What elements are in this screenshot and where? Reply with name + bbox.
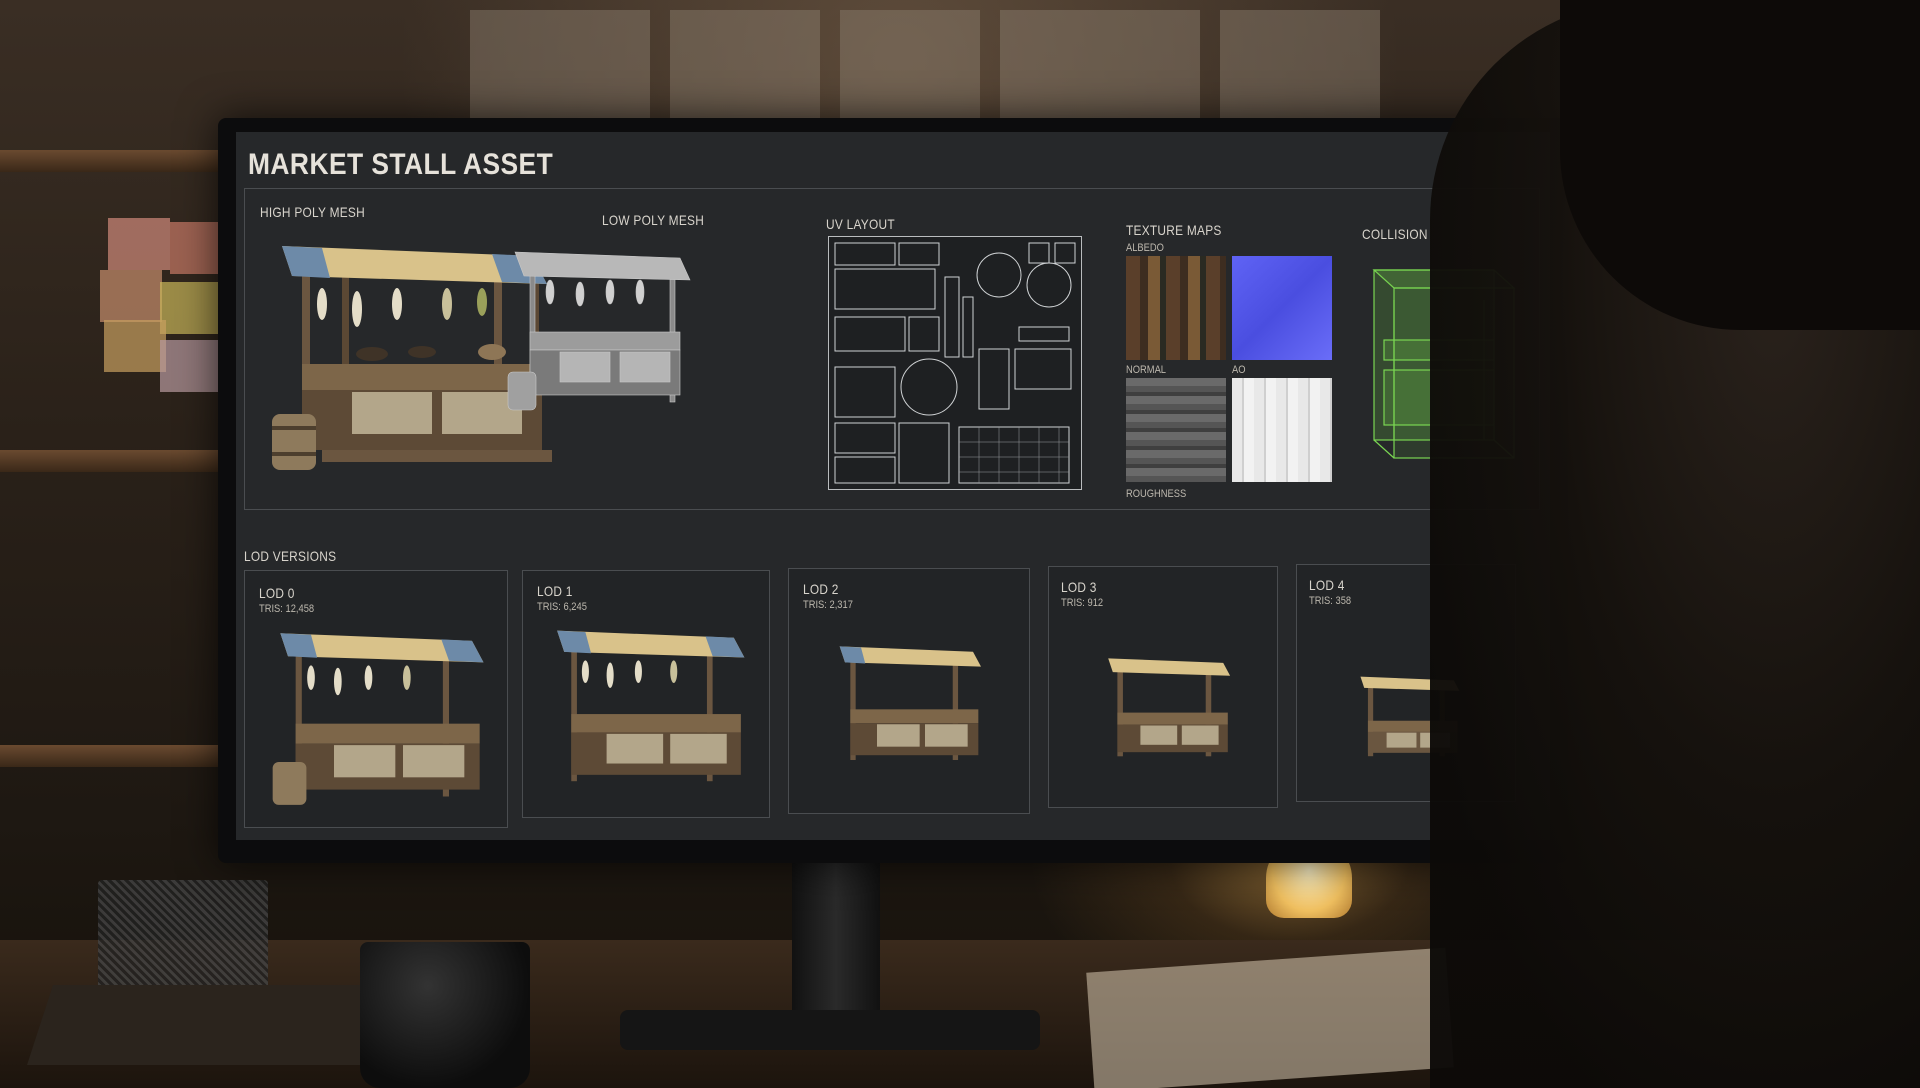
mug <box>360 942 530 1088</box>
high-poly-label: HIGH POLY MESH <box>260 204 365 220</box>
lod1-stall-model <box>557 630 745 782</box>
sticky-note <box>100 270 162 322</box>
lod-label: LOD 0 <box>259 585 295 601</box>
pen-cup <box>98 880 268 990</box>
uv-layout-grid <box>828 236 1082 490</box>
lod-label: LOD 2 <box>803 581 839 597</box>
lod-tris: TRIS: 2,317 <box>803 599 853 611</box>
book <box>27 985 393 1065</box>
wall-poster <box>1000 10 1200 130</box>
sticky-note <box>108 218 170 270</box>
uv-layout-label: UV LAYOUT <box>826 216 895 232</box>
lod-tris: TRIS: 358 <box>1309 595 1352 607</box>
lod-card-3: LOD 3 TRIS: 912 <box>1048 566 1278 808</box>
sketch-paper <box>1086 947 1454 1088</box>
sticky-note <box>160 340 222 392</box>
low-poly-label: LOW POLY MESH <box>602 212 705 228</box>
normal-map <box>1232 256 1332 360</box>
roughness-map <box>1126 378 1226 482</box>
lod3-stall-model <box>1108 658 1231 757</box>
wall-poster <box>1220 10 1380 130</box>
page-title: MARKET STALL ASSET <box>248 148 554 181</box>
shelf <box>0 150 220 172</box>
monitor-base <box>620 1010 1040 1050</box>
lod0-stall-model <box>272 633 484 805</box>
ao-map <box>1232 378 1332 482</box>
lod-tris: TRIS: 912 <box>1061 597 1104 609</box>
lod-card-1: LOD 1 TRIS: 6,245 <box>522 570 770 818</box>
shelf <box>0 745 220 767</box>
albedo-map <box>1126 256 1226 360</box>
monitor-stand <box>792 840 880 1030</box>
lod-label: LOD 1 <box>537 583 573 599</box>
lod-card-2: LOD 2 TRIS: 2,317 <box>788 568 1030 814</box>
monitor: MARKET STALL ASSET HIGH POLY MESH LOW PO… <box>218 118 1568 863</box>
sticky-note <box>104 320 166 372</box>
lod2-stall-model <box>839 646 981 760</box>
collision-label: COLLISION <box>1362 226 1428 242</box>
lod-label: LOD 4 <box>1309 577 1345 593</box>
uv-grid-icon <box>834 242 1076 484</box>
normal-label: NORMAL <box>1126 364 1167 376</box>
lod-versions-label: LOD VERSIONS <box>244 548 337 564</box>
ao-label: AO <box>1232 364 1246 376</box>
wall-poster <box>670 10 820 130</box>
low-poly-stall-model <box>507 251 691 411</box>
albedo-label: ALBEDO <box>1126 242 1164 254</box>
wall-poster <box>470 10 650 120</box>
wall-poster <box>840 10 980 125</box>
texture-maps-label: TEXTURE MAPS <box>1126 222 1222 238</box>
workspace-scene: MARKET STALL ASSET HIGH POLY MESH LOW PO… <box>0 0 1920 1088</box>
lod-card-0: LOD 0 TRIS: 12,458 <box>244 570 508 828</box>
lod-label: LOD 3 <box>1061 579 1097 595</box>
sticky-note <box>160 282 222 334</box>
shelf <box>0 450 220 472</box>
asset-sheet: MARKET STALL ASSET HIGH POLY MESH LOW PO… <box>236 132 1550 840</box>
roughness-label: ROUGHNESS <box>1126 488 1187 500</box>
